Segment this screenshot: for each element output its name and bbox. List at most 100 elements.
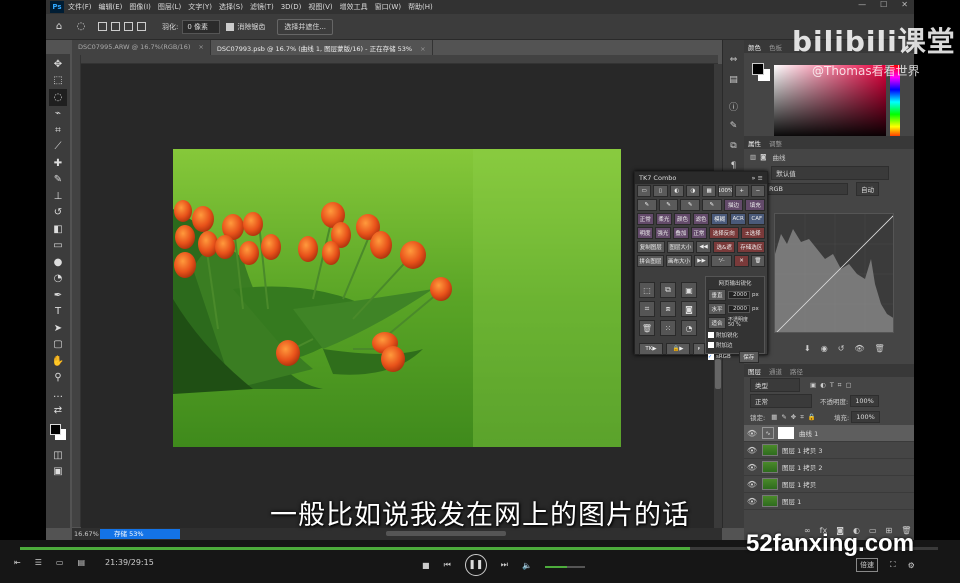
- blend-screen-button[interactable]: 滤色: [692, 213, 710, 225]
- grid-icon[interactable]: ▦: [702, 185, 717, 197]
- menu-help[interactable]: 帮助(H): [408, 2, 433, 12]
- zoom-100-button[interactable]: 100%: [718, 185, 733, 197]
- dots-icon[interactable]: ⁙: [660, 320, 676, 336]
- border-checkbox[interactable]: [708, 342, 714, 348]
- add-selection-icon[interactable]: [111, 22, 120, 31]
- menu-filter[interactable]: 滤镜(T): [250, 2, 274, 12]
- crop-icon[interactable]: ⌗: [639, 301, 655, 317]
- home-icon[interactable]: ⌂: [52, 20, 66, 34]
- eye-icon[interactable]: 👁: [744, 480, 760, 489]
- select-and-mask-button[interactable]: 选择并遮住...: [277, 18, 334, 35]
- blend-mode-dropdown[interactable]: 正常: [750, 394, 812, 408]
- maximize-icon[interactable]: ☐: [880, 0, 887, 9]
- stroke-button[interactable]: 描边: [723, 199, 744, 211]
- layer-row-curves[interactable]: 👁 ∿ 曲线 1: [744, 425, 914, 442]
- stop-icon[interactable]: ■: [422, 561, 430, 570]
- tab-adjustments[interactable]: 调整: [769, 138, 782, 148]
- brush-tool-icon[interactable]: ✎: [49, 172, 67, 189]
- speed-button[interactable]: 倍速: [856, 558, 878, 572]
- eyedropper-tool-icon[interactable]: ⟋: [49, 139, 67, 156]
- menu-view[interactable]: 视图(V): [308, 2, 332, 12]
- brush-black-icon[interactable]: ✎: [637, 199, 657, 211]
- layer-row[interactable]: 👁 图层 1 拷贝 3: [744, 442, 914, 459]
- canvas-area[interactable]: [81, 64, 715, 528]
- layer-row[interactable]: 👁 图层 1 拷贝 2: [744, 459, 914, 476]
- new-selection-icon[interactable]: [98, 22, 107, 31]
- delete-icon[interactable]: 🗑: [875, 344, 885, 353]
- layer-row[interactable]: 👁 图层 1 拷贝: [744, 476, 914, 493]
- menu-3d[interactable]: 3D(D): [281, 3, 302, 11]
- quick-mask-icon[interactable]: ◫: [49, 447, 67, 464]
- image-icon[interactable]: ▣: [681, 282, 697, 298]
- tab-paths[interactable]: 路径: [790, 366, 803, 376]
- menu-plugins[interactable]: 增效工具: [340, 2, 368, 12]
- prev-icon[interactable]: ◀◀: [696, 241, 711, 253]
- blend-normal-button[interactable]: 正常: [637, 213, 654, 225]
- stamp-tool-icon[interactable]: ⊥: [49, 188, 67, 205]
- layer-mask-thumbnail[interactable]: [778, 427, 794, 439]
- shape-tool-icon[interactable]: ▢: [49, 337, 67, 354]
- opacity-input[interactable]: 100%: [850, 395, 879, 407]
- circle-half-icon-2[interactable]: ◑: [685, 185, 700, 197]
- lock-icons[interactable]: ▦✎✥⌗🔒: [771, 413, 820, 422]
- clip-layer-icon[interactable]: ⬇: [804, 344, 811, 353]
- x-icon[interactable]: ✕: [734, 255, 749, 267]
- vertical-label[interactable]: 垂直: [708, 289, 726, 301]
- foreground-color[interactable]: [752, 63, 764, 75]
- hand-tool-icon[interactable]: ✋: [49, 353, 67, 370]
- brush-settings-icon[interactable]: ✎: [726, 118, 742, 134]
- gradient-tool-icon[interactable]: ▭: [49, 238, 67, 255]
- quick-select-tool-icon[interactable]: ⌁: [49, 106, 67, 123]
- note-icon[interactable]: ▤: [77, 558, 85, 567]
- share-icon[interactable]: ⇤: [14, 558, 21, 567]
- filter-dropdown[interactable]: 类型: [750, 378, 800, 392]
- subtract-selection-icon[interactable]: [124, 22, 133, 31]
- curves-graph[interactable]: [774, 213, 894, 333]
- preset-dropdown[interactable]: 默认值: [771, 166, 890, 180]
- volume-slider[interactable]: [545, 566, 585, 568]
- pie-icon[interactable]: ◔: [681, 320, 697, 336]
- warp-icon[interactable]: ⧉: [660, 282, 676, 298]
- more-tools-icon[interactable]: …: [49, 386, 67, 403]
- vertical-input[interactable]: 2000: [728, 291, 750, 299]
- transform-icon[interactable]: ⬚: [639, 282, 655, 298]
- eraser-tool-icon[interactable]: ◧: [49, 221, 67, 238]
- duplicate-layer-button[interactable]: 复制图层: [637, 241, 665, 253]
- menu-edit[interactable]: 编辑(E): [99, 2, 123, 12]
- next-icon[interactable]: ⏭: [501, 560, 508, 570]
- eye-icon[interactable]: 👁: [744, 429, 760, 438]
- menu-window[interactable]: 窗口(W): [375, 2, 401, 12]
- tab-dsc07995[interactable]: DSC07995.ARW @ 16.7%(RGB/16) ×: [72, 40, 211, 55]
- blend-hardlight-button[interactable]: 强光: [654, 227, 671, 239]
- tab-layers[interactable]: 图层: [748, 366, 761, 376]
- volume-icon[interactable]: 🔈: [522, 561, 532, 570]
- tab-properties[interactable]: 属性: [748, 138, 761, 148]
- settings-icon[interactable]: ⚙: [908, 561, 915, 570]
- fullscreen-icon[interactable]: ⛶: [890, 560, 896, 570]
- scroll-thumb[interactable]: [715, 359, 721, 389]
- save-button[interactable]: 保存: [738, 351, 759, 363]
- flatten-button[interactable]: 拼合图层: [637, 255, 664, 267]
- menu-file[interactable]: 文件(F): [68, 2, 92, 12]
- blur-tool-icon[interactable]: ●: [49, 254, 67, 271]
- tk-logo-icon[interactable]: ꜰ: [693, 343, 705, 355]
- horizontal-input[interactable]: 2000: [728, 305, 750, 313]
- lasso-icon[interactable]: ◌: [74, 20, 88, 34]
- menu-image[interactable]: 图像(I): [129, 2, 151, 12]
- crop-tool-icon[interactable]: ⌗: [49, 122, 67, 139]
- sel-icons[interactable]: ⁺⁄₋: [710, 255, 733, 267]
- acr-button[interactable]: ACR: [729, 213, 747, 225]
- tab-close-icon[interactable]: ×: [420, 45, 425, 53]
- blend-overlay-button[interactable]: 叠加: [672, 227, 689, 239]
- blend-luminosity-button[interactable]: 明度: [637, 227, 653, 239]
- invert-selection-button[interactable]: 选择反向: [708, 227, 739, 239]
- antialias-checkbox[interactable]: [226, 22, 235, 31]
- reset-icon[interactable]: ↺: [838, 344, 845, 353]
- move-tool-icon[interactable]: ✥: [49, 56, 67, 73]
- plus-icon[interactable]: +: [734, 185, 749, 197]
- pause-button[interactable]: ❚❚: [464, 554, 487, 576]
- brush-white-icon[interactable]: ✎: [658, 199, 679, 211]
- horizontal-label[interactable]: 水平: [708, 303, 726, 315]
- opacity-value[interactable]: 50: [728, 322, 734, 328]
- merge-icon[interactable]: ⧈: [660, 301, 676, 317]
